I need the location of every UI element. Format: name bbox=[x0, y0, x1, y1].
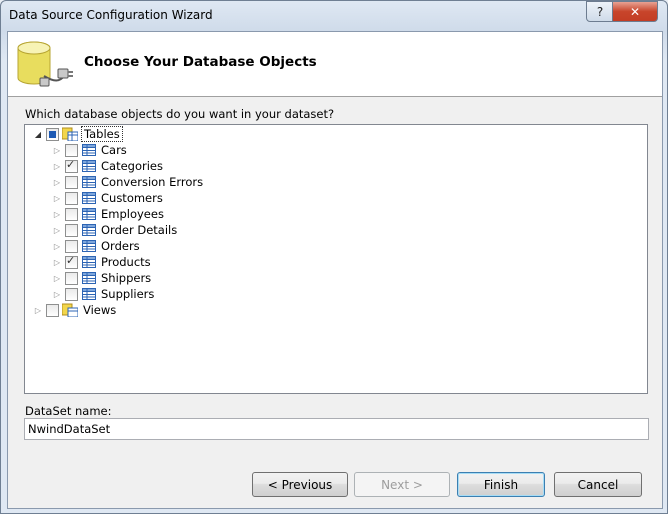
table-icon bbox=[82, 272, 96, 284]
dataset-name-input[interactable] bbox=[24, 418, 649, 440]
table-label: Cars bbox=[101, 143, 127, 157]
table-checkbox[interactable] bbox=[65, 175, 78, 189]
objects-question-label: Which database objects do you want in yo… bbox=[25, 107, 335, 121]
tree-node-table[interactable]: ▷ Order Details bbox=[52, 222, 177, 238]
views-checkbox[interactable] bbox=[46, 303, 59, 317]
dataset-name-label: DataSet name: bbox=[25, 404, 112, 418]
table-checkbox[interactable] bbox=[65, 287, 78, 301]
table-label: Orders bbox=[101, 239, 140, 253]
table-checkbox[interactable] bbox=[65, 239, 78, 253]
tree-node-table[interactable]: ▷ Cars bbox=[52, 142, 127, 158]
views-folder-icon bbox=[62, 303, 78, 317]
tree-node-table[interactable]: ▷ Products bbox=[52, 254, 151, 270]
help-button[interactable]: ? bbox=[586, 1, 614, 22]
table-icon bbox=[82, 192, 96, 204]
previous-button[interactable]: < Previous bbox=[252, 472, 348, 497]
table-icon bbox=[82, 224, 96, 236]
tree-node-table[interactable]: ▷ Orders bbox=[52, 238, 140, 254]
table-icon bbox=[82, 144, 96, 156]
table-label: Categories bbox=[101, 159, 163, 173]
expand-arrow-icon[interactable]: ▷ bbox=[52, 161, 62, 171]
table-checkbox[interactable] bbox=[65, 223, 78, 237]
expand-arrow-icon[interactable]: ▷ bbox=[52, 273, 62, 283]
wizard-window: Data Source Configuration Wizard ? ✕ Cho… bbox=[0, 0, 668, 514]
table-checkbox[interactable] bbox=[65, 191, 78, 205]
table-label: Customers bbox=[101, 191, 163, 205]
wizard-client: Choose Your Database Objects Which datab… bbox=[7, 31, 663, 509]
table-icon bbox=[82, 176, 96, 188]
window-title: Data Source Configuration Wizard bbox=[9, 8, 213, 22]
expand-arrow-icon[interactable]: ▷ bbox=[52, 257, 62, 267]
views-label: Views bbox=[83, 303, 117, 317]
tree-node-table[interactable]: ▷ Employees bbox=[52, 206, 164, 222]
expand-arrow-icon[interactable]: ▷ bbox=[52, 209, 62, 219]
table-checkbox[interactable] bbox=[65, 271, 78, 285]
table-checkbox[interactable] bbox=[65, 158, 78, 173]
tree-node-tables[interactable]: ◢ Tables bbox=[33, 126, 123, 142]
close-button[interactable]: ✕ bbox=[612, 1, 658, 22]
table-label: Order Details bbox=[101, 223, 178, 237]
cancel-button[interactable]: Cancel bbox=[554, 472, 642, 497]
expand-arrow-icon[interactable]: ▷ bbox=[52, 145, 62, 155]
table-icon bbox=[82, 240, 96, 252]
expand-arrow-icon[interactable]: ▷ bbox=[33, 305, 43, 315]
tree-node-table[interactable]: ▷ Shippers bbox=[52, 270, 151, 286]
expand-arrow-icon[interactable]: ▷ bbox=[52, 225, 62, 235]
expand-arrow-icon[interactable]: ▷ bbox=[52, 193, 62, 203]
table-checkbox[interactable] bbox=[65, 143, 78, 157]
table-label: Employees bbox=[101, 207, 164, 221]
page-title: Choose Your Database Objects bbox=[84, 54, 317, 70]
expand-arrow-icon[interactable]: ▷ bbox=[52, 241, 62, 251]
tables-folder-icon bbox=[62, 127, 78, 141]
expand-arrow-icon[interactable]: ▷ bbox=[52, 289, 62, 299]
table-icon bbox=[82, 256, 96, 268]
table-icon bbox=[82, 288, 96, 300]
table-icon bbox=[82, 160, 96, 172]
tree-node-table[interactable]: ▷ Conversion Errors bbox=[52, 174, 203, 190]
table-checkbox[interactable] bbox=[65, 207, 78, 221]
table-label: Products bbox=[101, 255, 151, 269]
tree-node-table[interactable]: ▷ Categories bbox=[52, 158, 163, 174]
finish-button[interactable]: Finish bbox=[457, 472, 545, 497]
table-icon bbox=[82, 208, 96, 220]
title-bar[interactable]: Data Source Configuration Wizard ? ✕ bbox=[1, 1, 667, 31]
database-plug-icon bbox=[17, 41, 73, 87]
expand-arrow-icon[interactable]: ▷ bbox=[52, 177, 62, 187]
table-label: Conversion Errors bbox=[101, 175, 204, 189]
tables-checkbox[interactable] bbox=[46, 127, 59, 141]
next-button[interactable]: Next > bbox=[354, 472, 450, 497]
wizard-header: Choose Your Database Objects bbox=[8, 32, 662, 97]
tree-node-views[interactable]: ▷ Views bbox=[33, 302, 116, 318]
tree-node-table[interactable]: ▷ Customers bbox=[52, 190, 163, 206]
table-checkbox[interactable] bbox=[65, 254, 78, 269]
table-label: Shippers bbox=[101, 271, 152, 285]
table-label: Suppliers bbox=[101, 287, 155, 301]
tree-node-table[interactable]: ▷ Suppliers bbox=[52, 286, 154, 302]
tables-label: Tables bbox=[81, 126, 123, 142]
database-objects-tree[interactable]: ◢ Tables ▷ Cars ▷ Categories ▷ Conversion Err… bbox=[24, 124, 648, 394]
collapse-arrow-icon[interactable]: ◢ bbox=[33, 129, 43, 139]
